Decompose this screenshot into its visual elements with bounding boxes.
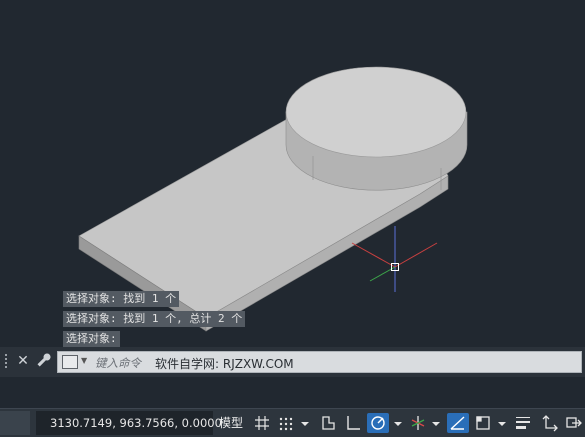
command-input-text[interactable]: 软件自学网: RJZXW.COM (155, 355, 294, 372)
ucs-icon[interactable] (540, 413, 560, 433)
chevron-down-icon[interactable]: ▼ (81, 356, 87, 365)
object-snap-icon[interactable] (473, 413, 493, 433)
dropdown-arrow-icon[interactable] (299, 413, 311, 433)
dropdown-arrow-icon[interactable] (392, 413, 404, 433)
command-history-line: 选择对象: 找到 1 个, 总计 2 个 (63, 311, 246, 327)
command-history-line: 选择对象: 找到 1 个 (63, 291, 180, 307)
status-bar: 3130.7149, 963.7566, 0.0000 模型 (0, 408, 585, 437)
snap-dots-icon[interactable] (276, 413, 296, 433)
infer-constraints-icon[interactable] (318, 413, 338, 433)
command-input[interactable]: ▼ 键入命令 软件自学网: RJZXW.COM (57, 351, 582, 373)
dropdown-arrow-icon[interactable] (496, 413, 508, 433)
object-snap-tracking-icon[interactable] (447, 413, 469, 433)
command-prompt-icon[interactable] (62, 355, 78, 369)
selection-cycling-icon[interactable] (564, 413, 584, 433)
ortho-icon[interactable] (343, 413, 363, 433)
close-icon[interactable]: ✕ (14, 352, 32, 370)
drag-handle-icon[interactable] (4, 354, 8, 370)
command-history-line: 选择对象: (63, 331, 120, 347)
lineweight-icon[interactable] (513, 413, 533, 433)
model-space-button[interactable]: 模型 (219, 411, 243, 435)
customize-wrench-icon[interactable] (35, 352, 53, 370)
drawing-area-gap (0, 377, 585, 408)
dropdown-arrow-icon[interactable] (430, 413, 442, 433)
grid-icon[interactable] (252, 413, 272, 433)
cylinder-top-face[interactable] (285, 66, 467, 158)
command-line-bar: ✕ ▼ 键入命令 软件自学网: RJZXW.COM (0, 347, 585, 377)
drawing-viewport[interactable]: 选择对象: 找到 1 个 选择对象: 找到 1 个, 总计 2 个 选择对象: (0, 0, 585, 347)
command-placeholder: 键入命令 (95, 356, 141, 370)
coordinates-readout[interactable]: 3130.7149, 963.7566, 0.0000 (36, 411, 222, 435)
polar-tracking-icon[interactable] (367, 413, 389, 433)
isodraft-icon[interactable] (408, 413, 428, 433)
layout-tabs-area[interactable] (0, 411, 30, 435)
